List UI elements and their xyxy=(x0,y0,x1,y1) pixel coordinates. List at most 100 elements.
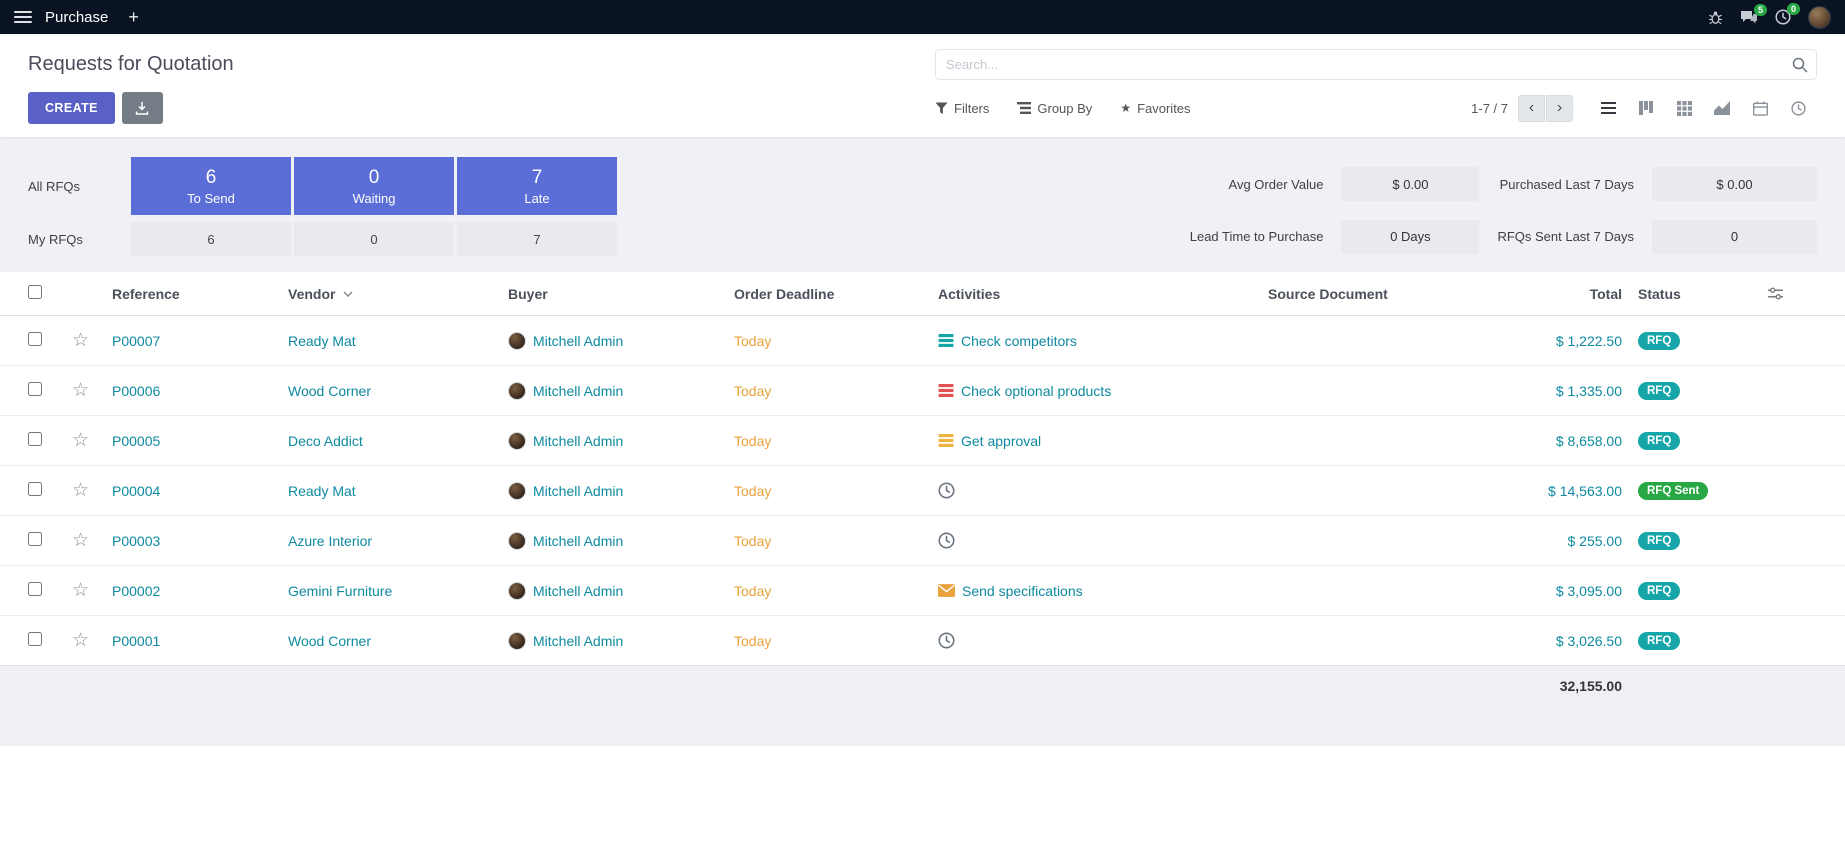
list-view-icon[interactable] xyxy=(1589,93,1627,123)
total-amount: $ 3,026.50 xyxy=(1556,633,1622,649)
topbar: Purchase + 5 0 xyxy=(0,0,1845,34)
select-all-checkbox[interactable] xyxy=(28,285,42,299)
activity-cell[interactable]: Check optional products xyxy=(938,383,1252,399)
reference-link[interactable]: P00007 xyxy=(112,333,160,349)
header-total[interactable]: Total xyxy=(1450,272,1630,316)
row-checkbox[interactable] xyxy=(28,432,42,446)
reference-link[interactable]: P00005 xyxy=(112,433,160,449)
buyer-link[interactable]: Mitchell Admin xyxy=(533,383,623,399)
filters-button[interactable]: Filters xyxy=(935,101,989,116)
apps-menu-icon[interactable] xyxy=(14,11,32,23)
calendar-view-icon[interactable] xyxy=(1741,93,1779,123)
status-badge: RFQ xyxy=(1638,532,1680,550)
table-row[interactable]: ☆ P00004 Ready Mat Mitchell Admin Today … xyxy=(0,466,1845,516)
kpi-label: To Send xyxy=(187,191,235,206)
kpi-waiting[interactable]: 0 Waiting xyxy=(294,157,454,215)
row-checkbox[interactable] xyxy=(28,532,42,546)
kpi-late[interactable]: 7 Late xyxy=(457,157,617,215)
my-kpi-to-send[interactable]: 6 xyxy=(131,222,291,256)
header-activities[interactable]: Activities xyxy=(930,272,1260,316)
new-tab-plus-icon[interactable]: + xyxy=(128,8,139,26)
table-row[interactable]: ☆ P00003 Azure Interior Mitchell Admin T… xyxy=(0,516,1845,566)
row-checkbox[interactable] xyxy=(28,632,42,646)
favorite-star-icon[interactable]: ☆ xyxy=(72,530,89,551)
my-kpi-late[interactable]: 7 xyxy=(457,222,617,256)
pivot-view-icon[interactable] xyxy=(1665,93,1703,123)
favorites-button[interactable]: ★ Favorites xyxy=(1120,101,1190,116)
reference-link[interactable]: P00003 xyxy=(112,533,160,549)
export-button[interactable] xyxy=(122,92,163,124)
optional-columns-icon[interactable] xyxy=(1760,272,1845,316)
header-source-document[interactable]: Source Document xyxy=(1260,272,1450,316)
activity-label: Check optional products xyxy=(961,383,1111,399)
search-icon[interactable] xyxy=(1792,57,1808,73)
favorite-star-icon[interactable]: ☆ xyxy=(72,330,89,351)
buyer-link[interactable]: Mitchell Admin xyxy=(533,533,623,549)
my-rfqs-label: My RFQs xyxy=(28,232,128,247)
create-button[interactable]: CREATE xyxy=(28,92,115,124)
favorite-star-icon[interactable]: ☆ xyxy=(72,430,89,451)
row-checkbox[interactable] xyxy=(28,582,42,596)
my-kpi-waiting[interactable]: 0 xyxy=(294,222,454,256)
activity-cell[interactable]: Get approval xyxy=(938,433,1252,449)
buyer-link[interactable]: Mitchell Admin xyxy=(533,483,623,499)
vendor-link[interactable]: Wood Corner xyxy=(288,383,371,399)
reference-link[interactable]: P00004 xyxy=(112,483,160,499)
kpi-count: 0 xyxy=(369,167,380,189)
favorite-star-icon[interactable]: ☆ xyxy=(72,480,89,501)
row-checkbox[interactable] xyxy=(28,332,42,346)
page-title: Requests for Quotation xyxy=(28,53,234,76)
row-checkbox[interactable] xyxy=(28,382,42,396)
header-vendor[interactable]: Vendor xyxy=(280,272,500,316)
group-by-button[interactable]: Group By xyxy=(1017,101,1092,116)
row-checkbox[interactable] xyxy=(28,482,42,496)
activities-clock-icon[interactable]: 0 xyxy=(1775,9,1791,25)
favorite-star-icon[interactable]: ☆ xyxy=(72,380,89,401)
vendor-link[interactable]: Ready Mat xyxy=(288,333,356,349)
table-row[interactable]: ☆ P00006 Wood Corner Mitchell Admin Toda… xyxy=(0,366,1845,416)
header-status[interactable]: Status xyxy=(1630,272,1760,316)
favorite-star-icon[interactable]: ☆ xyxy=(72,630,89,651)
vendor-link[interactable]: Azure Interior xyxy=(288,533,372,549)
reference-link[interactable]: P00006 xyxy=(112,383,160,399)
table-row[interactable]: ☆ P00001 Wood Corner Mitchell Admin Toda… xyxy=(0,616,1845,666)
activity-cell[interactable] xyxy=(938,532,1252,549)
kanban-view-icon[interactable] xyxy=(1627,93,1665,123)
messages-icon[interactable]: 5 xyxy=(1740,10,1758,25)
header-buyer[interactable]: Buyer xyxy=(500,272,726,316)
reference-link[interactable]: P00002 xyxy=(112,583,160,599)
stat-label: Purchased Last 7 Days xyxy=(1497,177,1634,192)
buyer-link[interactable]: Mitchell Admin xyxy=(533,633,623,649)
search-input[interactable] xyxy=(935,49,1817,80)
vendor-link[interactable]: Deco Addict xyxy=(288,433,363,449)
table-footer-row: 32,155.00 xyxy=(0,666,1845,707)
table-row[interactable]: ☆ P00007 Ready Mat Mitchell Admin Today … xyxy=(0,316,1845,366)
activity-view-icon[interactable] xyxy=(1779,93,1817,123)
pager-previous-button[interactable]: ‹ xyxy=(1518,95,1545,122)
table-row[interactable]: ☆ P00002 Gemini Furniture Mitchell Admin… xyxy=(0,566,1845,616)
activity-cell[interactable] xyxy=(938,482,1252,499)
debug-bug-icon[interactable] xyxy=(1708,10,1723,25)
activity-cell[interactable] xyxy=(938,632,1252,649)
table-row[interactable]: ☆ P00005 Deco Addict Mitchell Admin Toda… xyxy=(0,416,1845,466)
buyer-link[interactable]: Mitchell Admin xyxy=(533,333,623,349)
graph-view-icon[interactable] xyxy=(1703,93,1741,123)
activity-cell[interactable]: Send specifications xyxy=(938,583,1252,599)
vendor-link[interactable]: Wood Corner xyxy=(288,633,371,649)
kpi-to-send[interactable]: 6 To Send xyxy=(131,157,291,215)
header-order-deadline[interactable]: Order Deadline xyxy=(726,272,930,316)
total-amount: $ 8,658.00 xyxy=(1556,433,1622,449)
header-reference[interactable]: Reference xyxy=(104,272,280,316)
vendor-link[interactable]: Ready Mat xyxy=(288,483,356,499)
pager-next-button[interactable]: › xyxy=(1546,95,1573,122)
activity-cell[interactable]: Check competitors xyxy=(938,333,1252,349)
sort-chevron-down-icon xyxy=(343,291,353,297)
reference-link[interactable]: P00001 xyxy=(112,633,160,649)
buyer-link[interactable]: Mitchell Admin xyxy=(533,583,623,599)
vendor-link[interactable]: Gemini Furniture xyxy=(288,583,392,599)
favorite-star-icon[interactable]: ☆ xyxy=(72,580,89,601)
app-name[interactable]: Purchase xyxy=(45,9,108,26)
buyer-link[interactable]: Mitchell Admin xyxy=(533,433,623,449)
order-deadline-value: Today xyxy=(734,433,771,449)
user-avatar[interactable] xyxy=(1808,6,1831,29)
